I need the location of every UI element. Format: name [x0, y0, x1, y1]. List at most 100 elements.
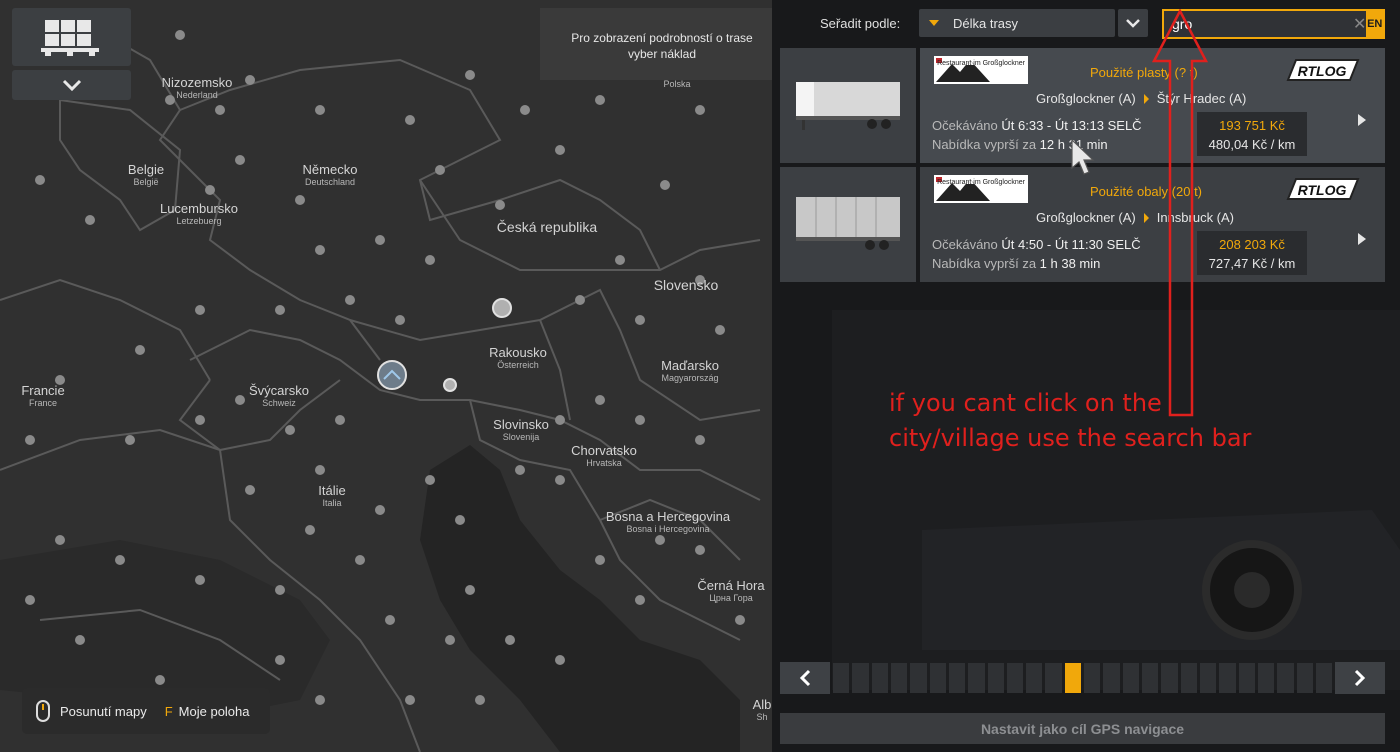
map-label: Polska: [663, 79, 691, 89]
annotation-arrow: [1151, 9, 1209, 417]
job-route: Großglockner (A) Štýr Hradec (A): [1036, 91, 1246, 106]
page-segment[interactable]: [968, 663, 985, 693]
page-segment[interactable]: [1199, 663, 1217, 693]
map-label: Slovensko: [653, 277, 719, 293]
map-label: Maďarsko Magyarország: [661, 358, 719, 384]
page-segment[interactable]: [1122, 663, 1139, 693]
trailer-image: [796, 81, 900, 130]
brand-text: RTLOG: [1298, 63, 1347, 79]
mouse-cursor-icon: [1071, 138, 1095, 175]
chevron-right-icon: [1354, 669, 1366, 687]
map-label: Bosna a Hercegovina Bosna i Hercegovina: [605, 509, 731, 535]
page-segment[interactable]: [1238, 663, 1255, 693]
page-segment[interactable]: [1180, 663, 1197, 693]
company-logo: Restaurant im Großglockner: [934, 56, 1028, 84]
map-label: Belgie België: [127, 162, 165, 188]
map-label: Chorvatsko Hrvatska: [571, 443, 637, 469]
prev-page-button[interactable]: [780, 662, 830, 694]
map-borders: [0, 0, 772, 752]
sort-dropdown[interactable]: Délka trasy: [919, 9, 1115, 37]
company-name: Restaurant im Großglockner: [937, 179, 1025, 186]
page-segment[interactable]: [1257, 663, 1275, 693]
page-segment[interactable]: [833, 663, 850, 693]
trailer-image: [796, 196, 900, 250]
sort-label: Seřadit podle:: [820, 16, 901, 31]
job-price: 208 203 Kč: [1219, 237, 1285, 252]
chevron-down-icon: [1126, 19, 1140, 28]
page-segment[interactable]: [929, 663, 946, 693]
set-gps-destination-button[interactable]: Nastavit jako cíl GPS navigace: [780, 713, 1385, 744]
page-segment[interactable]: [890, 663, 908, 693]
chevron-right-icon[interactable]: [1358, 114, 1366, 126]
pan-map-label: Posunutí mapy: [60, 703, 147, 719]
map-view[interactable]: Pro zobrazení podrobností o trase vyber …: [0, 0, 772, 752]
page-segment[interactable]: [1006, 663, 1024, 693]
truck-background: [832, 310, 1400, 690]
language-badge[interactable]: EN: [1366, 11, 1383, 37]
sort-direction-button[interactable]: [1118, 9, 1148, 37]
company-logo: Restaurant im Großglockner: [934, 175, 1028, 203]
route-hint: Pro zobrazení podrobností o trase vyber …: [540, 8, 772, 80]
page-segment[interactable]: [910, 663, 927, 693]
page-segment[interactable]: [1277, 663, 1294, 693]
page-segment[interactable]: [1026, 663, 1043, 693]
page-segment[interactable]: [1161, 663, 1178, 693]
trailer-thumbnail: [780, 48, 916, 163]
clear-icon[interactable]: ✕: [1353, 14, 1366, 34]
map-label: Francie France: [21, 383, 65, 409]
key-hint: F: [164, 703, 173, 719]
map-label: Německo Deutschland: [302, 162, 358, 188]
price-per-km: 480,04 Kč / km: [1208, 137, 1296, 152]
map-label: Lucembursko Letzebuerg: [159, 201, 239, 227]
company-name: Restaurant im Großglockner: [937, 60, 1025, 67]
page-segment[interactable]: [1315, 663, 1333, 693]
page-segment[interactable]: [871, 663, 888, 693]
offer-expiry: Nabídka vyprší za 1 h 38 min: [932, 256, 1101, 271]
dropdown-arrow-icon: [929, 20, 939, 26]
page-segment[interactable]: [1103, 663, 1120, 693]
job-market-panel: Seřadit podle: Délka trasy ✕ EN: [772, 0, 1400, 752]
route-arrow-icon: [1143, 93, 1149, 104]
price-per-km: 727,47 Kč / km: [1208, 256, 1296, 271]
map-label: Rakousko Österreich: [489, 345, 547, 371]
page-track[interactable]: [830, 662, 1335, 694]
map-controls-hint: Posunutí mapy F Moje poloha: [22, 688, 270, 734]
annotation-line: if you cant click on the: [889, 389, 1162, 417]
job-price: 193 751 Kč: [1219, 118, 1285, 133]
page-segment[interactable]: [1296, 663, 1313, 693]
page-segment[interactable]: [1045, 663, 1062, 693]
route-arrow-icon: [1143, 212, 1149, 223]
page-segment[interactable]: [948, 663, 966, 693]
page-segment-current[interactable]: [1064, 663, 1082, 693]
annotation-line: city/village use the search bar: [889, 424, 1252, 452]
page-segment[interactable]: [1084, 663, 1101, 693]
expected-time: Očekáváno Út 6:33 - Út 13:13 SELČ: [932, 118, 1142, 133]
map-label: Švýcarsko Schweiz: [249, 383, 309, 409]
pagination: [780, 662, 1385, 694]
chevron-left-icon: [799, 669, 811, 687]
job-offer[interactable]: Restaurant im Großglockner Použité obaly…: [780, 167, 1385, 282]
chevron-down-icon: [62, 79, 81, 91]
job-payment: 193 751 Kč 480,04 Kč / km: [1197, 112, 1307, 156]
route-from: Großglockner (A): [1036, 91, 1136, 106]
rtlog-logo: RTLOG: [1282, 175, 1362, 203]
job-payment: 208 203 Kč 727,47 Kč / km: [1197, 231, 1307, 275]
page-segment[interactable]: [987, 663, 1004, 693]
my-position-label[interactable]: Moje poloha: [179, 704, 250, 719]
mouse-icon: [36, 700, 50, 722]
map-label: Nizozemsko Nederland: [161, 75, 233, 101]
map-label: Alb Sh: [752, 697, 772, 723]
trailer-thumbnail: [780, 167, 916, 282]
collapse-button[interactable]: [12, 70, 131, 100]
map-label: Slovinsko Slovenija: [493, 417, 549, 443]
cargo-market-button[interactable]: [12, 8, 131, 66]
page-segment[interactable]: [1219, 663, 1236, 693]
chevron-right-icon[interactable]: [1358, 233, 1366, 245]
rtlog-logo: RTLOG: [1282, 56, 1362, 84]
map-label: Itálie Italia: [318, 483, 346, 509]
sort-value: Délka trasy: [953, 15, 1019, 31]
page-segment[interactable]: [852, 663, 869, 693]
next-page-button[interactable]: [1335, 662, 1385, 694]
page-segment[interactable]: [1142, 663, 1159, 693]
map-label: Černá Hora Црна Гора: [697, 578, 765, 604]
